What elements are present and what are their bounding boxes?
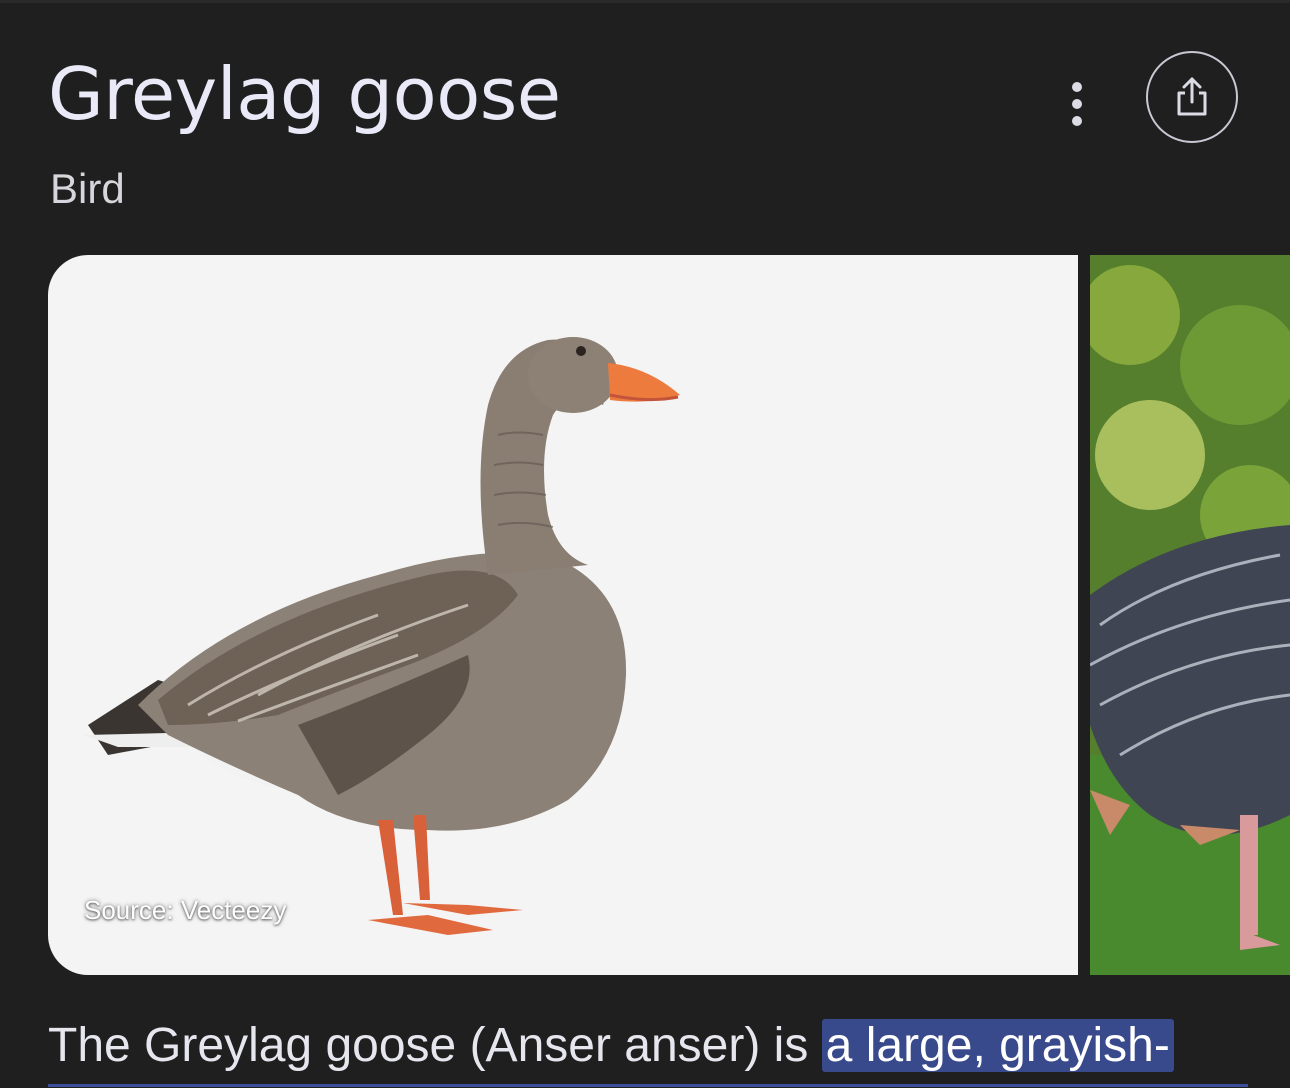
- goose-image-secondary[interactable]: [1090, 255, 1290, 975]
- more-vert-icon-dot: [1072, 116, 1082, 126]
- share-icon: [1177, 77, 1207, 116]
- share-button[interactable]: [1146, 51, 1238, 143]
- goose-illustration: [84, 337, 680, 935]
- image-source-label: Source: Vecteezy: [84, 895, 287, 925]
- goose-image-main[interactable]: Source: Vecteezy: [48, 255, 1078, 975]
- goose-photo-thumbnail: [1090, 255, 1290, 975]
- more-options-button[interactable]: [1052, 76, 1102, 132]
- entity-type: Bird: [50, 165, 125, 212]
- description-text: The Greylag goose (Anser anser) is a lar…: [48, 1014, 1174, 1078]
- highlight-underline: [48, 1084, 1248, 1087]
- description-highlight: a large, grayish-: [821, 1019, 1174, 1072]
- page-title: Greylag goose: [48, 52, 561, 136]
- more-vert-icon: [1072, 82, 1082, 92]
- description-lead: The Greylag goose (Anser anser) is: [48, 1019, 822, 1072]
- more-vert-icon-dot: [1072, 99, 1082, 109]
- top-edge: [0, 0, 1290, 3]
